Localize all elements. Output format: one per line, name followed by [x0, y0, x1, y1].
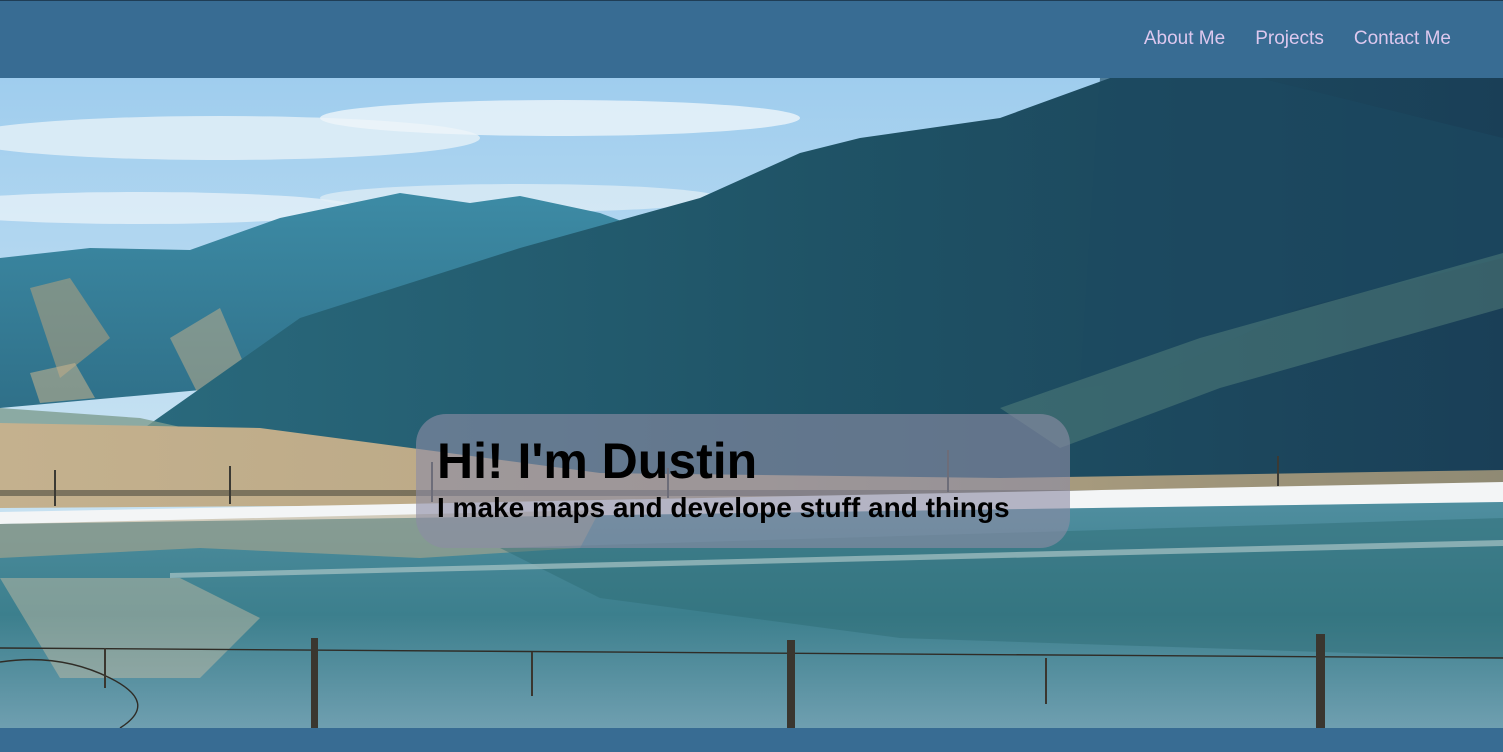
nav-link-about-me[interactable]: About Me: [1144, 28, 1225, 50]
hero-background-image: [0, 78, 1503, 728]
intro-card: Hi! I'm Dustin I make maps and develope …: [416, 414, 1070, 548]
hero-title: Hi! I'm Dustin: [437, 433, 758, 489]
nav-link-contact-me[interactable]: Contact Me: [1354, 28, 1451, 50]
nav-link-projects[interactable]: Projects: [1255, 28, 1324, 50]
page: About Me Projects Contact Me Hi! I'm Dus…: [0, 0, 1503, 752]
hero-subtitle: I make maps and develope stuff and thing…: [437, 492, 1010, 523]
bottom-band: [0, 728, 1503, 752]
navbar: About Me Projects Contact Me: [0, 1, 1503, 78]
nav-links: About Me Projects Contact Me: [1144, 28, 1451, 50]
hero-section: Hi! I'm Dustin I make maps and develope …: [0, 78, 1503, 728]
